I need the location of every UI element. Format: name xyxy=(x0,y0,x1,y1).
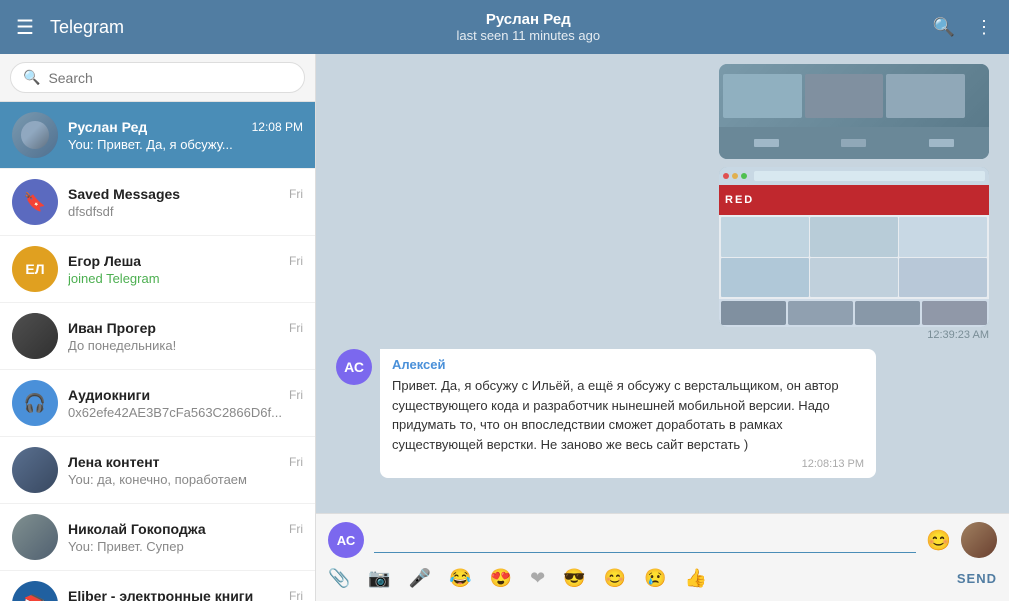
emoji-thumbs-icon[interactable]: 👍 xyxy=(684,568,706,589)
msg-image-1 xyxy=(719,64,989,159)
chat-item-egor[interactable]: ЕЛ Егор Леша Fri joined Telegram xyxy=(0,236,315,303)
chat-info: Николай Гокоподжа Fri You: Привет. Супер xyxy=(68,521,303,554)
avatar xyxy=(12,514,58,560)
chat-info: Eliber - электронные книги Fri -1931-Воз… xyxy=(68,588,303,601)
chat-time: Fri xyxy=(289,455,303,469)
chat-name: Аудиокниги xyxy=(68,387,150,403)
chat-info: Руслан Ред 12:08 PM You: Привет. Да, я о… xyxy=(68,119,303,152)
msg-text: Привет. Да, я обсужу с Ильёй, а ещё я об… xyxy=(392,376,864,454)
chat-preview: dfsdfsdf xyxy=(68,204,303,219)
search-icon[interactable]: 🔍 xyxy=(933,17,955,38)
avatar xyxy=(12,313,58,359)
msg-incoming: АС Алексей Привет. Да, я обсужу с Ильёй,… xyxy=(336,349,876,478)
input-avatar: АС xyxy=(328,522,364,558)
header-chat-name: Руслан Ред xyxy=(124,11,933,28)
avatar: 📚 xyxy=(12,581,58,601)
chat-time: Fri xyxy=(289,187,303,201)
toolbar-row: 📎 📷 🎤 😂 😍 ❤ 😎 😊 😢 👍 SEND xyxy=(328,564,997,593)
msg-time: 12:39:23 AM xyxy=(927,329,989,341)
emoji-cool-icon[interactable]: 😎 xyxy=(563,568,585,589)
search-input[interactable] xyxy=(48,70,292,86)
chat-preview: joined Telegram xyxy=(68,271,303,286)
emoji-laugh-icon[interactable]: 😂 xyxy=(449,568,471,589)
search-bar: 🔍 xyxy=(0,54,315,102)
chat-item-ivan[interactable]: Иван Прогер Fri До понедельника! xyxy=(0,303,315,370)
avatar xyxy=(12,447,58,493)
sidebar: 🔍 Руслан Ред 12:08 PM You: Привет. Да, xyxy=(0,54,316,601)
chat-info: Лена контент Fri You: да, конечно, пораб… xyxy=(68,454,303,487)
header: ☰ Telegram Руслан Ред last seen 11 minut… xyxy=(0,0,1009,54)
emoji-smile-icon[interactable]: 😊 xyxy=(604,568,626,589)
chat-name: Лена контент xyxy=(68,454,160,470)
chat-item-lena[interactable]: Лена контент Fri You: да, конечно, пораб… xyxy=(0,437,315,504)
chat-name: Руслан Ред xyxy=(68,119,147,135)
msg-bubble: Алексей Привет. Да, я обсужу с Ильёй, а … xyxy=(380,349,876,478)
chat-time: Fri xyxy=(289,388,303,402)
message-input[interactable] xyxy=(374,532,916,548)
chat-preview: You: да, конечно, поработаем xyxy=(68,472,303,487)
emoji-kiss-icon[interactable]: 😍 xyxy=(490,568,512,589)
chat-item-audio[interactable]: 🎧 Аудиокниги Fri 0x62efe42AE3B7cFa563C28… xyxy=(0,370,315,437)
menu-icon[interactable]: ☰ xyxy=(16,15,34,40)
chat-time: Fri xyxy=(289,589,303,601)
emoji-sad-icon[interactable]: 😢 xyxy=(644,568,666,589)
chat-info: Егор Леша Fri joined Telegram xyxy=(68,253,303,286)
chat-info: Saved Messages Fri dfsdfsdf xyxy=(68,186,303,219)
chat-item-saved[interactable]: 🔖 Saved Messages Fri dfsdfsdf xyxy=(0,169,315,236)
input-area: АС 😊 📎 📷 🎤 😂 😍 ❤ 😎 😊 😢 👍 xyxy=(316,513,1009,601)
chat-preview: You: Привет. Да, я обсужу... xyxy=(68,137,303,152)
chat-item-ruslan[interactable]: Руслан Ред 12:08 PM You: Привет. Да, я о… xyxy=(0,102,315,169)
send-button[interactable]: SEND xyxy=(957,571,997,586)
attachment-icon[interactable]: 📎 xyxy=(328,568,350,589)
emoji-heart-icon[interactable]: ❤ xyxy=(530,568,545,589)
chat-name: Егор Леша xyxy=(68,253,141,269)
chat-name: Николай Гокоподжа xyxy=(68,521,206,537)
camera-icon[interactable]: 📷 xyxy=(368,568,390,589)
chat-preview: You: Привет. Супер xyxy=(68,539,303,554)
avatar: 🔖 xyxy=(12,179,58,225)
chat-time: Fri xyxy=(289,254,303,268)
chat-list: Руслан Ред 12:08 PM You: Привет. Да, я о… xyxy=(0,102,315,601)
avatar xyxy=(12,112,58,158)
header-chat-status: last seen 11 minutes ago xyxy=(124,28,933,43)
chat-name: Eliber - электронные книги xyxy=(68,588,253,601)
emoji-button[interactable]: 😊 xyxy=(926,528,951,553)
input-row: АС 😊 xyxy=(328,522,997,558)
user-avatar-right xyxy=(961,522,997,558)
sender-name: Алексей xyxy=(392,357,864,372)
header-actions: 🔍 ⋮ xyxy=(933,17,993,38)
text-input-wrap xyxy=(374,528,916,553)
messages: RED xyxy=(316,54,1009,513)
msg-image-2: RED xyxy=(719,167,989,341)
chat-time: 12:08 PM xyxy=(252,120,303,134)
avatar: ЕЛ xyxy=(12,246,58,292)
chat-name: Иван Прогер xyxy=(68,320,156,336)
main-layout: 🔍 Руслан Ред 12:08 PM You: Привет. Да, xyxy=(0,54,1009,601)
mic-icon[interactable]: 🎤 xyxy=(409,568,431,589)
app-title: Telegram xyxy=(50,17,124,38)
chat-time: Fri xyxy=(289,522,303,536)
msg-time: 12:08:13 PM xyxy=(392,458,864,470)
chat-item-eliber[interactable]: 📚 Eliber - электронные книги Fri -1931-В… xyxy=(0,571,315,601)
header-chat-info: Руслан Ред last seen 11 minutes ago xyxy=(124,11,933,43)
chat-info: Иван Прогер Fri До понедельника! xyxy=(68,320,303,353)
search-input-wrap[interactable]: 🔍 xyxy=(10,62,305,93)
incoming-avatar: АС xyxy=(336,349,372,385)
chat-preview: 0x62efe42AE3B7cFa563C2866D6f... xyxy=(68,405,303,420)
chat-info: Аудиокниги Fri 0x62efe42AE3B7cFa563C2866… xyxy=(68,387,303,420)
more-icon[interactable]: ⋮ xyxy=(975,17,993,38)
chat-name: Saved Messages xyxy=(68,186,180,202)
chat-area: RED xyxy=(316,54,1009,601)
chat-preview: До понедельника! xyxy=(68,338,303,353)
avatar: 🎧 xyxy=(12,380,58,426)
search-icon: 🔍 xyxy=(23,69,40,86)
chat-item-nikolay[interactable]: Николай Гокоподжа Fri You: Привет. Супер xyxy=(0,504,315,571)
chat-time: Fri xyxy=(289,321,303,335)
